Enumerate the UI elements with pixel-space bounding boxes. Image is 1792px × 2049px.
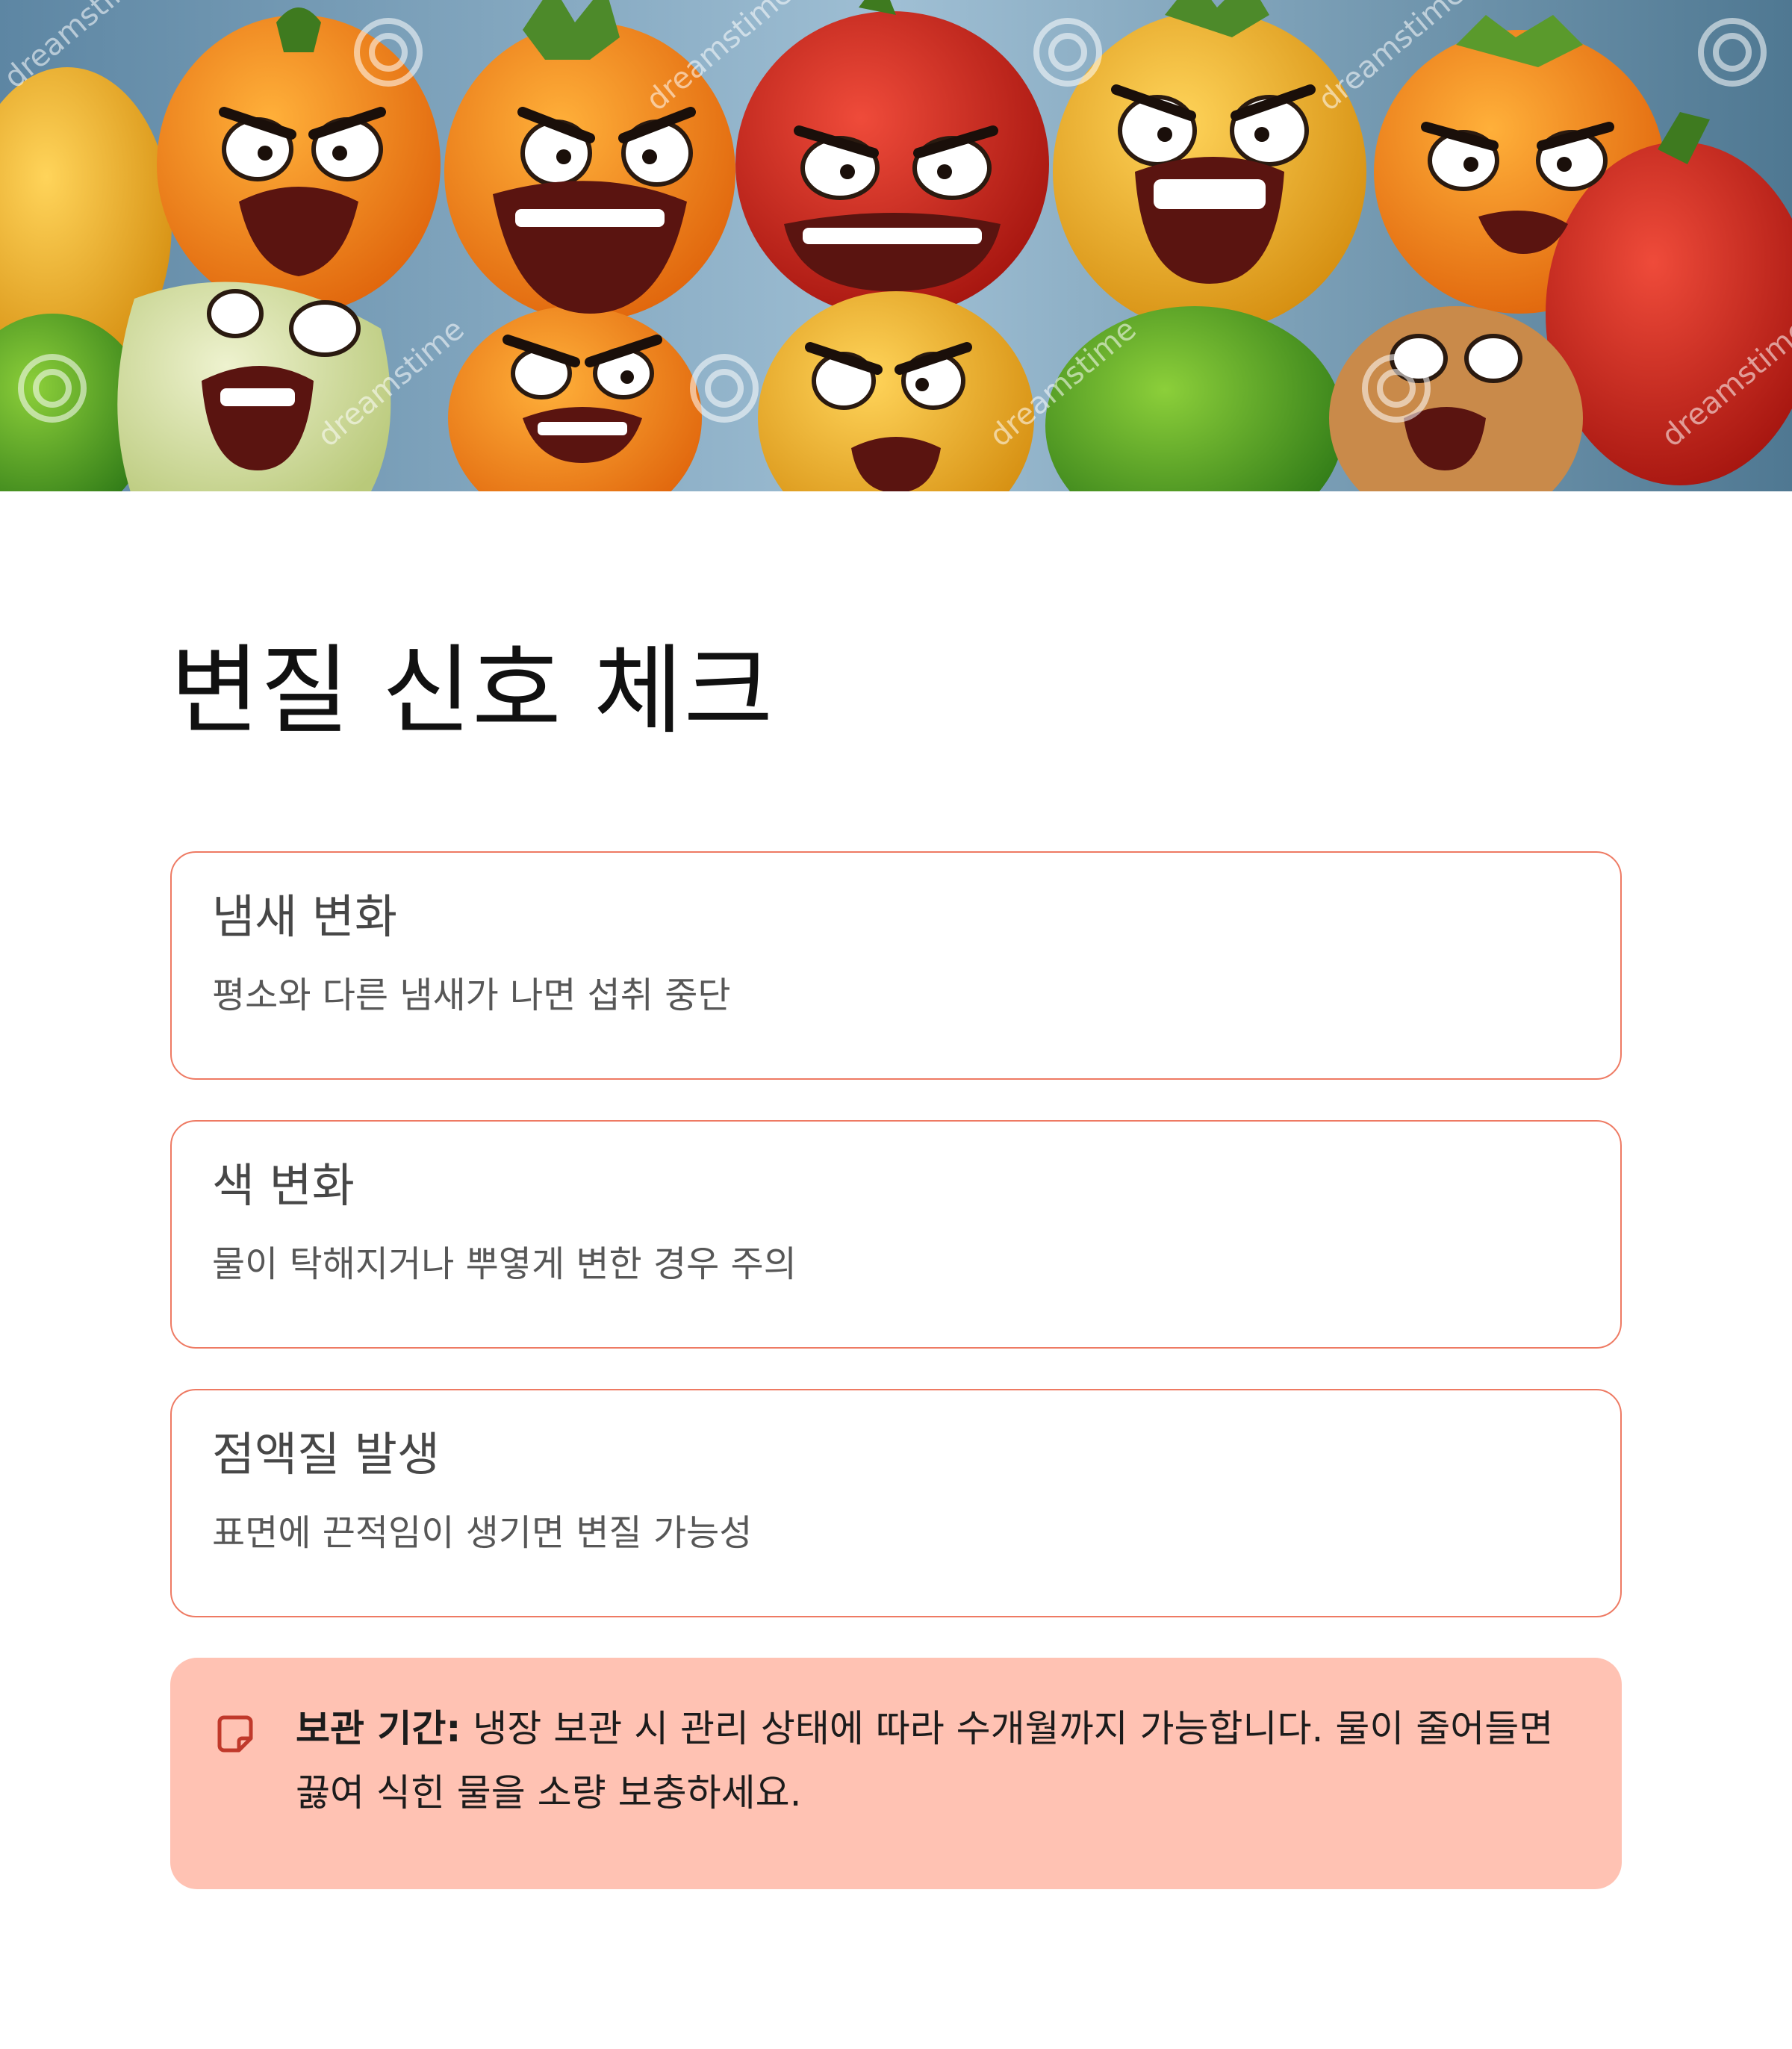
card-description: 평소와 다른 냄새가 나면 섭취 중단 — [212, 974, 731, 1017]
note-label: 보관 기간: — [296, 1707, 461, 1750]
sign-card-color: 색 변화 물이 탁해지거나 뿌옇게 변한 경우 주의 — [170, 1120, 1622, 1349]
card-title: 점액질 발생 — [212, 1427, 440, 1481]
card-title: 색 변화 — [212, 1158, 355, 1213]
card-title: 냄새 변화 — [212, 889, 397, 944]
main-content: 변질 신호 체크 냄새 변화 평소와 다른 냄새가 나면 섭취 중단 색 변화 … — [170, 642, 1622, 1889]
sticky-note-icon — [217, 1715, 253, 1753]
card-description: 물이 탁해지거나 뿌옇게 변한 경우 주의 — [212, 1243, 797, 1286]
card-description: 표면에 끈적임이 생기면 변질 가능성 — [212, 1512, 753, 1555]
sign-card-smell: 냄새 변화 평소와 다른 냄새가 나면 섭취 중단 — [170, 851, 1622, 1080]
sign-card-slime: 점액질 발생 표면에 끈적임이 생기면 변질 가능성 — [170, 1389, 1622, 1617]
spoilage-signs-list: 냄새 변화 평소와 다른 냄새가 나면 섭취 중단 색 변화 물이 탁해지거나 … — [170, 851, 1622, 1617]
page-title: 변질 신호 체크 — [170, 634, 774, 747]
hero-banner-image: dreamstime dreamstime dreamstime dreamst… — [0, 0, 1792, 491]
storage-note-callout: 보관 기간: 냉장 보관 시 관리 상태에 따라 수개월까지 가능합니다. 물이… — [170, 1658, 1622, 1889]
note-text: 보관 기간: 냉장 보관 시 관리 상태에 따라 수개월까지 가능합니다. 물이… — [296, 1697, 1569, 1825]
note-body: 냉장 보관 시 관리 상태에 따라 수개월까지 가능합니다. 물이 줄어들면 끓… — [296, 1707, 1554, 1815]
